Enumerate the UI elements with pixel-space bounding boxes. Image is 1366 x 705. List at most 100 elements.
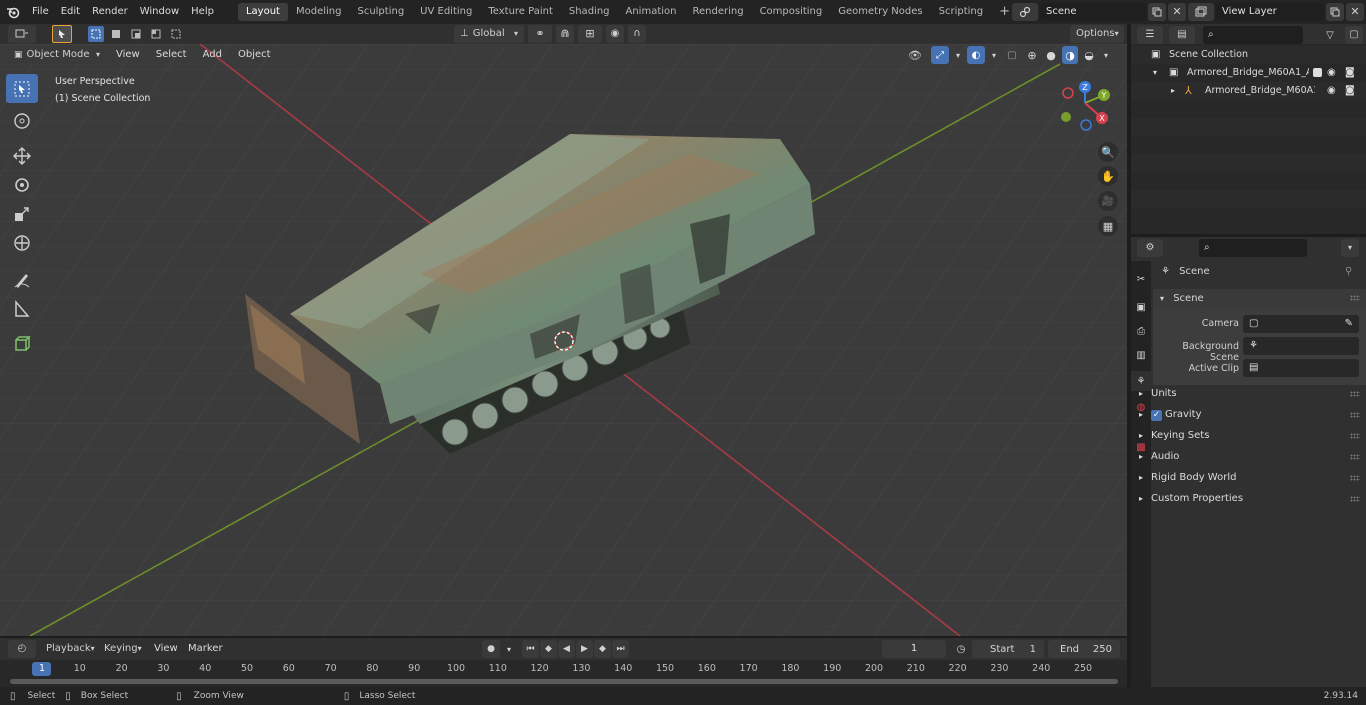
pin-icon[interactable]: ⚲ (1345, 266, 1352, 277)
outliner-row-scene-collection[interactable]: ▣ Scene Collection (1131, 46, 1366, 64)
active-clip-field[interactable]: ▤ (1243, 359, 1359, 377)
zoom-view-icon[interactable]: 🔍 (1098, 142, 1118, 162)
timeline-view-menu[interactable]: View (148, 640, 184, 658)
navigation-gizmo[interactable]: Z Y X (1055, 78, 1115, 136)
play-reverse-icon[interactable]: ◀ (558, 640, 575, 658)
menu-help[interactable]: Help (185, 0, 220, 24)
start-frame-field[interactable]: Start 1 (972, 640, 1044, 658)
tab-geometry-nodes[interactable]: Geometry Nodes (830, 3, 930, 21)
outliner-row-object[interactable]: ▸ ⅄ Armored_Bridge_M60A1_ ◉ ◙ (1131, 82, 1366, 100)
select-mode-new-icon[interactable] (88, 26, 104, 42)
output-tab-icon[interactable]: ⎙ (1133, 323, 1149, 339)
viewport-menu-view[interactable]: View (110, 46, 146, 64)
camera-field[interactable]: ▢ ✎ (1243, 315, 1359, 333)
preview-range-icon[interactable]: ◷ (952, 640, 970, 658)
jump-keyframe-forward-icon[interactable]: ◆ (594, 640, 611, 658)
tool-add-cube[interactable] (6, 329, 38, 358)
blender-logo-icon[interactable] (0, 0, 26, 24)
gizmo-toggle-icon[interactable]: ⤢ (931, 46, 949, 64)
viewport-menu-add[interactable]: Add (197, 46, 228, 64)
shading-solid-icon[interactable]: ● (1043, 46, 1059, 64)
camera-view-icon[interactable]: 🎥 (1098, 191, 1118, 211)
view-layer-tab-icon[interactable]: ▥ (1133, 347, 1149, 363)
snap-toggle-icon[interactable]: ⋒ (556, 25, 574, 43)
shading-material-icon[interactable]: ◑ (1062, 46, 1078, 64)
select-mode-intersect-icon[interactable] (168, 26, 184, 42)
options-dropdown[interactable]: Options ▾ (1070, 25, 1124, 43)
select-tool-icon[interactable] (52, 25, 72, 43)
select-mode-invert-icon[interactable] (148, 26, 164, 42)
outliner-editor-type-icon[interactable]: ☰ (1137, 26, 1163, 44)
shading-wireframe-icon[interactable]: ⊕ (1024, 46, 1040, 64)
outliner-row-collection[interactable]: ▾ ▣ Armored_Bridge_M60A1_AVL ◉ ◙ (1131, 64, 1366, 82)
expand-arrow-icon[interactable]: ▾ (1153, 64, 1157, 82)
jump-keyframe-back-icon[interactable]: ◆ (540, 640, 557, 658)
camera-icon[interactable]: ◙ (1345, 64, 1355, 82)
eye-icon[interactable]: ◉ (1327, 64, 1336, 82)
visibility-selectability-icon[interactable]: 👁 (902, 46, 928, 64)
tab-uv-editing[interactable]: UV Editing (412, 3, 480, 21)
tab-compositing[interactable]: Compositing (752, 3, 831, 21)
eyedropper-icon[interactable]: ✎ (1345, 315, 1353, 333)
tool-annotate[interactable] (6, 265, 38, 294)
delete-scene-icon[interactable]: ✕ (1168, 3, 1186, 21)
filter-icon[interactable]: ▽ (1317, 26, 1343, 44)
tab-animation[interactable]: Animation (618, 3, 685, 21)
overlays-toggle-icon[interactable]: ◐ (967, 46, 985, 64)
tab-shading[interactable]: Shading (561, 3, 618, 21)
jump-end-icon[interactable]: ⏭ (612, 640, 629, 658)
outliner-search-input[interactable]: ⌕ (1203, 26, 1303, 44)
tool-measure[interactable] (6, 294, 38, 323)
play-icon[interactable]: ▶ (576, 640, 593, 658)
properties-search-input[interactable]: ⌕ (1199, 239, 1307, 257)
overlays-dropdown-icon[interactable]: ▾ (988, 46, 1000, 64)
expand-arrow-icon[interactable]: ▸ (1171, 82, 1175, 100)
timeline-marker-menu[interactable]: Marker (182, 640, 229, 658)
scene-name-field[interactable]: Scene (1040, 3, 1146, 21)
menu-edit[interactable]: Edit (55, 0, 86, 24)
xray-toggle-icon[interactable]: ▢ (1003, 46, 1021, 64)
auto-keying-icon[interactable]: ● (482, 640, 500, 658)
tool-scale[interactable] (6, 199, 38, 228)
tab-texture-paint[interactable]: Texture Paint (480, 3, 561, 21)
tool-tab-icon[interactable]: ✂ (1133, 271, 1149, 287)
select-mode-subtract-icon[interactable] (128, 26, 144, 42)
proportional-falloff-icon[interactable]: ∩ (628, 25, 646, 43)
select-mode-extend-icon[interactable] (108, 26, 124, 42)
properties-editor-type-icon[interactable]: ⚙ (1137, 239, 1163, 257)
object-mode-dropdown[interactable]: ▣ Object Mode ▾ (8, 46, 106, 64)
display-mode-icon[interactable]: ▤ (1169, 26, 1195, 44)
transform-orientation-dropdown[interactable]: ⊥ Global ▾ (454, 25, 524, 43)
keying-menu[interactable]: Keying ▾ (98, 640, 146, 658)
timeline-scrollbar[interactable] (10, 679, 1118, 684)
playback-menu[interactable]: Playback ▾ (40, 640, 96, 658)
editor-type-icon[interactable] (8, 25, 36, 43)
tab-scripting[interactable]: Scripting (931, 3, 991, 21)
background-scene-field[interactable]: ⚘ (1243, 337, 1359, 355)
tab-modeling[interactable]: Modeling (288, 3, 350, 21)
tab-rendering[interactable]: Rendering (684, 3, 751, 21)
menu-file[interactable]: File (26, 0, 55, 24)
new-scene-icon[interactable] (1148, 3, 1166, 21)
properties-options-icon[interactable]: ▾ (1341, 239, 1359, 257)
tool-transform[interactable] (6, 228, 38, 257)
menu-window[interactable]: Window (134, 0, 185, 24)
pivot-point-icon[interactable]: ⚭ (528, 25, 552, 43)
gravity-checkbox[interactable]: ✓ (1151, 410, 1162, 421)
camera-icon[interactable]: ◙ (1345, 82, 1355, 100)
new-collection-icon[interactable]: ▢ (1345, 26, 1363, 44)
ortho-toggle-icon[interactable]: ▦ (1098, 216, 1118, 236)
tab-layout[interactable]: Layout (237, 3, 288, 21)
shading-rendered-icon[interactable]: ◒ (1081, 46, 1097, 64)
tool-select-box[interactable] (6, 74, 38, 103)
keying-set-dropdown-icon[interactable]: ▾ (502, 640, 516, 658)
current-frame-field[interactable]: 1 (882, 640, 946, 658)
snap-element-icon[interactable]: ⊞ (578, 25, 602, 43)
timeline-editor-type-icon[interactable]: ◴ (8, 640, 36, 658)
viewport-menu-object[interactable]: Object (232, 46, 277, 64)
eye-icon[interactable]: ◉ (1327, 82, 1336, 100)
end-frame-field[interactable]: End 250 (1048, 640, 1120, 658)
tool-rotate[interactable] (6, 170, 38, 199)
menu-render[interactable]: Render (86, 0, 134, 24)
shading-dropdown-icon[interactable]: ▾ (1100, 46, 1112, 64)
